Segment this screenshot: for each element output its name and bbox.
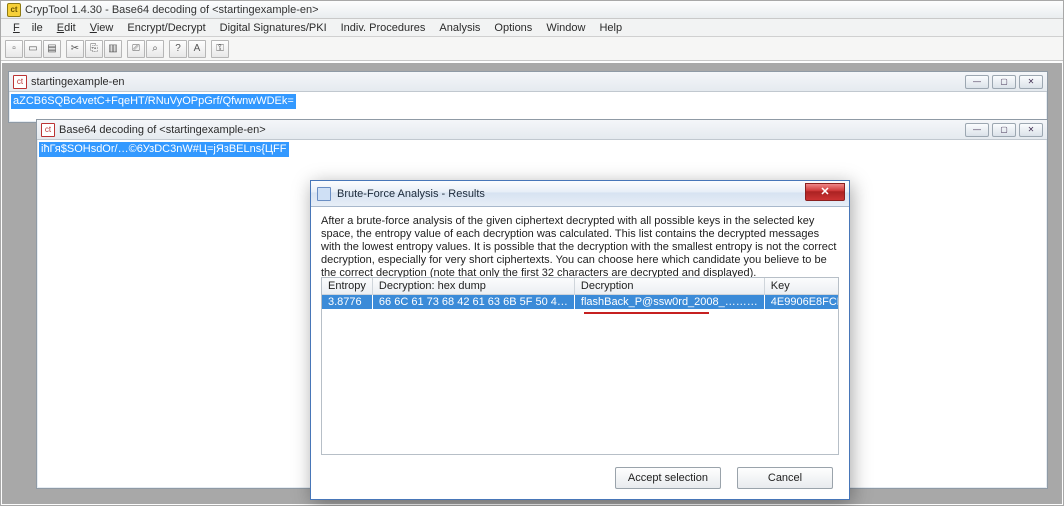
cell-decryption: flashBack_P@ssw0rd_2008_………: [574, 295, 764, 310]
selected-text[interactable]: iħГя$SOHsdOr/…©6УзDC3nW#Ц=jЯзBELns{ЦFF: [39, 142, 289, 157]
menu-indiv[interactable]: Indiv. Procedures: [335, 21, 432, 35]
minimize-button[interactable]: —: [965, 75, 989, 89]
menu-edit[interactable]: Edit: [51, 21, 82, 35]
mdi-title-text: Base64 decoding of <startingexample-en>: [59, 124, 266, 136]
tb-paste-icon[interactable]: ▥: [104, 40, 122, 58]
maximize-button[interactable]: ▢: [992, 75, 1016, 89]
tb-copy-icon[interactable]: ⎘: [85, 40, 103, 58]
app-icon: ct: [7, 3, 21, 17]
tb-cut-icon[interactable]: ✂: [66, 40, 84, 58]
tb-print-icon[interactable]: ⎚: [127, 40, 145, 58]
mdi-title-text: startingexample-en: [31, 76, 125, 88]
accept-selection-button[interactable]: Accept selection: [615, 467, 721, 489]
tb-open-icon[interactable]: ▭: [24, 40, 42, 58]
mdi-title-bar[interactable]: ct Base64 decoding of <startingexample-e…: [37, 120, 1047, 140]
document-icon: ct: [13, 75, 27, 89]
mdi-body[interactable]: aZCB6SQBc4vetC+FqeHT/RNuVyOPpGrf/QfwnwWD…: [9, 92, 1047, 111]
cell-key: 4E9906E8FCB66CC9FA…: [764, 295, 839, 310]
cell-entropy: 3.8776: [322, 295, 372, 310]
dialog-title-bar[interactable]: Brute-Force Analysis - Results ✕: [311, 181, 849, 207]
menu-encrypt[interactable]: Encrypt/Decrypt: [121, 21, 211, 35]
bruteforce-results-dialog: Brute-Force Analysis - Results ✕ After a…: [310, 180, 850, 500]
dialog-icon: [317, 187, 331, 201]
menu-file[interactable]: File: [7, 21, 49, 35]
tb-key-icon[interactable]: ⚿: [211, 40, 229, 58]
close-button[interactable]: ✕: [1019, 75, 1043, 89]
title-doc: Base64 decoding of <startingexample-en>: [112, 4, 319, 16]
maximize-button[interactable]: ▢: [992, 123, 1016, 137]
col-entropy[interactable]: Entropy: [322, 278, 372, 295]
table-row[interactable]: 3.8776 66 6C 61 73 68 42 61 63 6B 5F 50 …: [322, 295, 839, 310]
selected-text[interactable]: aZCB6SQBc4vetC+FqeHT/RNuVyOPpGrf/QfwnwWD…: [11, 94, 296, 109]
mdi-body[interactable]: iħГя$SOHsdOr/…©6УзDC3nW#Ц=jЯзBELns{ЦFF: [37, 140, 1047, 159]
title-bar[interactable]: ct CrypTool 1.4.30 - Base64 decoding of …: [1, 1, 1063, 19]
col-hexdump[interactable]: Decryption: hex dump: [372, 278, 574, 295]
document-icon: ct: [41, 123, 55, 137]
menu-bar: File Edit View Encrypt/Decrypt Digital S…: [1, 19, 1063, 37]
menu-help[interactable]: Help: [593, 21, 628, 35]
menu-digsig[interactable]: Digital Signatures/PKI: [214, 21, 333, 35]
cell-hexdump: 66 6C 61 73 68 42 61 63 6B 5F 50 4…: [372, 295, 574, 310]
close-button[interactable]: ✕: [805, 183, 845, 201]
menu-options[interactable]: Options: [488, 21, 538, 35]
tb-help-icon[interactable]: ?: [169, 40, 187, 58]
col-key[interactable]: Key: [764, 278, 839, 295]
tb-find-icon[interactable]: ⌕: [146, 40, 164, 58]
cancel-button[interactable]: Cancel: [737, 467, 833, 489]
menu-analysis[interactable]: Analysis: [433, 21, 486, 35]
menu-view[interactable]: View: [84, 21, 120, 35]
menu-window[interactable]: Window: [540, 21, 591, 35]
dialog-description: After a brute-force analysis of the give…: [321, 215, 839, 280]
title-prefix: CrypTool 1.4.30 -: [25, 4, 112, 16]
results-table[interactable]: Entropy Decryption: hex dump Decryption …: [321, 277, 839, 455]
close-button[interactable]: ✕: [1019, 123, 1043, 137]
mdi-title-bar[interactable]: ct startingexample-en — ▢ ✕: [9, 72, 1047, 92]
minimize-button[interactable]: —: [965, 123, 989, 137]
toolbar: ▫ ▭ ▤ ✂ ⎘ ▥ ⎚ ⌕ ? A ⚿: [1, 37, 1063, 61]
tb-save-icon[interactable]: ▤: [43, 40, 61, 58]
highlight-underline: [584, 312, 709, 314]
table-header-row[interactable]: Entropy Decryption: hex dump Decryption …: [322, 278, 839, 295]
dialog-title-text: Brute-Force Analysis - Results: [337, 188, 485, 200]
title-text: CrypTool 1.4.30 - Base64 decoding of <st…: [25, 4, 319, 16]
col-decryption[interactable]: Decryption: [574, 278, 764, 295]
tb-new-icon[interactable]: ▫: [5, 40, 23, 58]
mdi-window-startingexample: ct startingexample-en — ▢ ✕ aZCB6SQBc4ve…: [8, 71, 1048, 123]
tb-font-icon[interactable]: A: [188, 40, 206, 58]
